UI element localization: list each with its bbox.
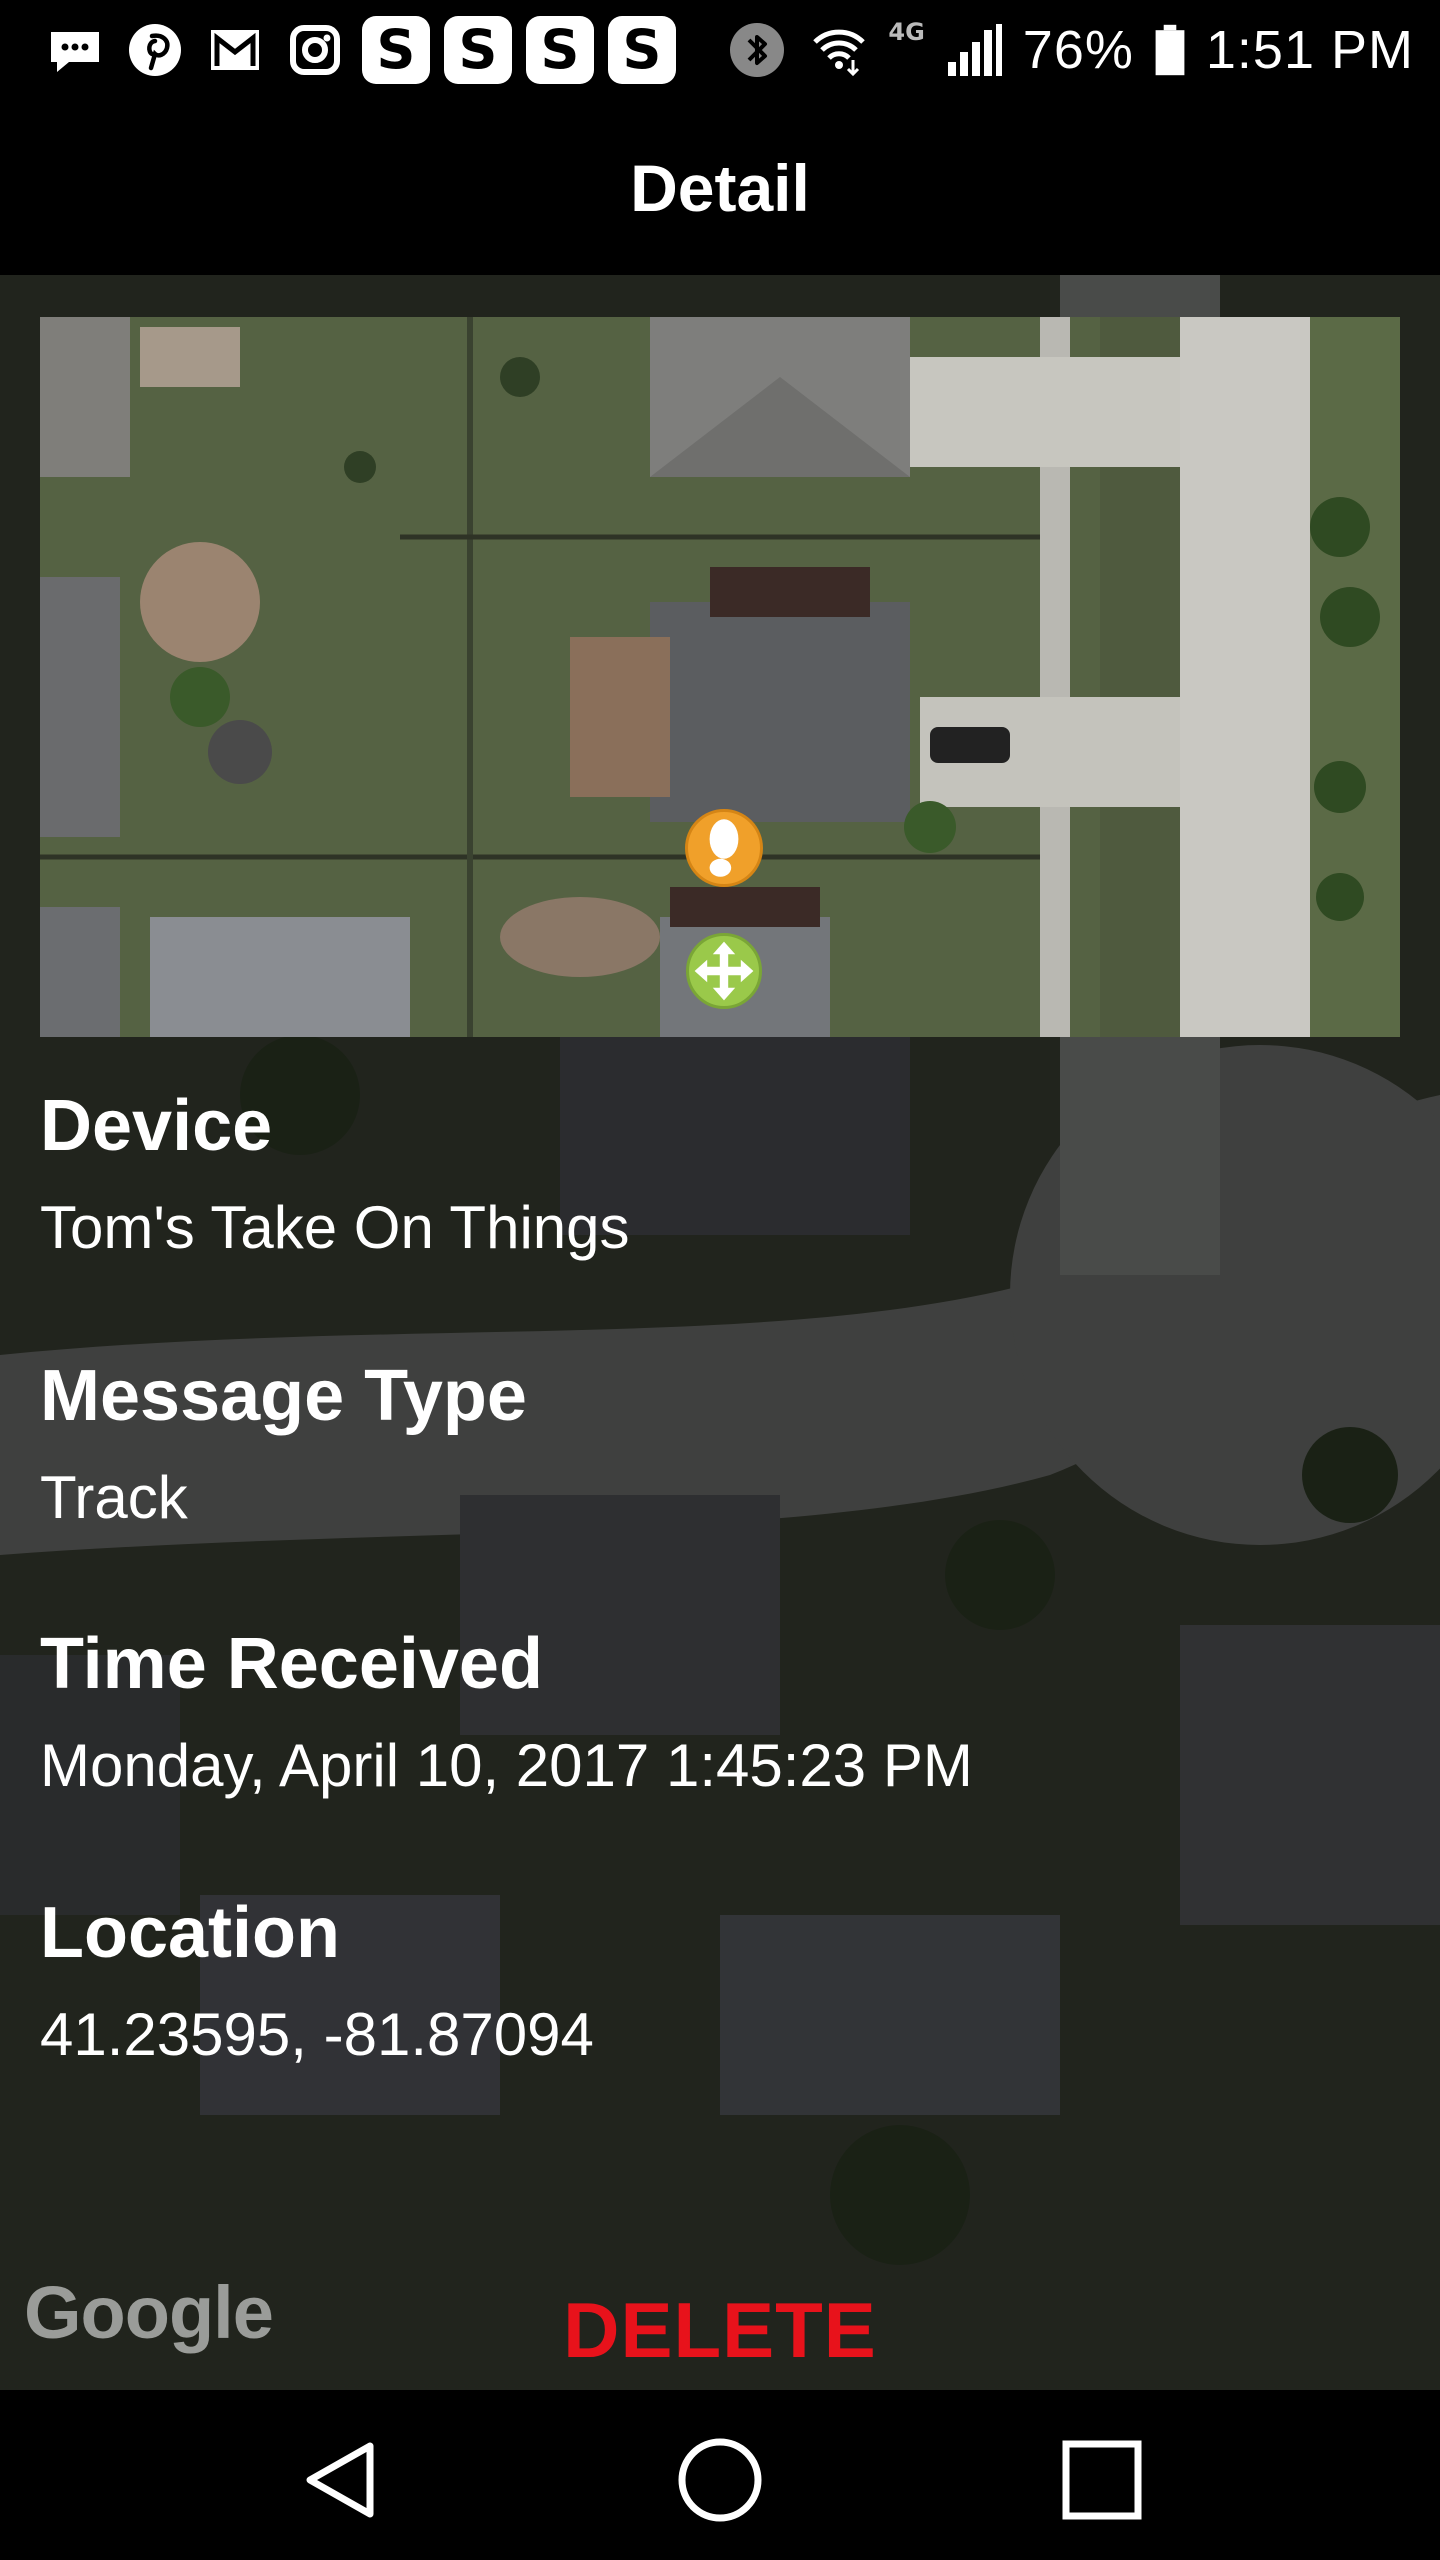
s-app-icon: S bbox=[608, 16, 676, 84]
field-location: Location 41.23595, -81.87094 bbox=[40, 1892, 594, 2069]
field-message-type: Message Type Track bbox=[40, 1355, 527, 1532]
home-icon bbox=[678, 2438, 762, 2522]
field-device: Device Tom's Take On Things bbox=[40, 1085, 630, 1262]
clock: 1:51 PM bbox=[1205, 20, 1414, 80]
google-attribution: Google bbox=[24, 2271, 274, 2354]
gmail-icon bbox=[202, 17, 268, 83]
recents-icon bbox=[1062, 2440, 1142, 2520]
page-title: Detail bbox=[630, 150, 810, 225]
location-value: 41.23595, -81.87094 bbox=[40, 2001, 594, 2068]
pinterest-icon bbox=[122, 17, 188, 83]
wifi-icon bbox=[806, 17, 872, 83]
back-button[interactable] bbox=[290, 2430, 390, 2530]
location-map[interactable] bbox=[40, 317, 1400, 1037]
location-label: Location bbox=[40, 1893, 340, 1973]
battery-percent: 76% bbox=[1022, 20, 1134, 80]
message-icon bbox=[42, 17, 108, 83]
recents-button[interactable] bbox=[1052, 2430, 1152, 2530]
move-arrows-icon bbox=[694, 941, 754, 1001]
message-type-label: Message Type bbox=[40, 1356, 527, 1436]
instagram-icon bbox=[282, 17, 348, 83]
signal-icon bbox=[941, 17, 1007, 83]
status-bar: S S S S 4G 76% 1:51 PM bbox=[0, 0, 1440, 100]
device-value: Tom's Take On Things bbox=[40, 1194, 630, 1261]
bluetooth-icon bbox=[724, 17, 790, 83]
message-type-value: Track bbox=[40, 1464, 188, 1531]
app-header: Detail bbox=[0, 100, 1440, 275]
notification-icons: S S S S bbox=[42, 16, 676, 84]
detail-content: Device Tom's Take On Things Message Type… bbox=[0, 275, 1440, 2390]
s-app-icon: S bbox=[362, 16, 430, 84]
s-app-icon: S bbox=[444, 16, 512, 84]
time-received-label: Time Received bbox=[40, 1624, 543, 1704]
time-received-value: Monday, April 10, 2017 1:45:23 PM bbox=[40, 1732, 973, 1799]
device-label: Device bbox=[40, 1086, 273, 1166]
s-app-icon: S bbox=[526, 16, 594, 84]
device-position-marker[interactable] bbox=[686, 933, 762, 1009]
back-icon bbox=[306, 2442, 374, 2518]
battery-icon bbox=[1150, 17, 1190, 83]
system-indicators: 4G 76% 1:51 PM bbox=[724, 10, 1414, 90]
network-type: 4G bbox=[888, 18, 925, 46]
home-button[interactable] bbox=[670, 2430, 770, 2530]
field-time-received: Time Received Monday, April 10, 2017 1:4… bbox=[40, 1623, 973, 1800]
delete-button-label: DELETE bbox=[563, 2285, 877, 2374]
delete-button[interactable]: DELETE bbox=[470, 2275, 970, 2385]
system-nav-bar bbox=[0, 2390, 1440, 2560]
